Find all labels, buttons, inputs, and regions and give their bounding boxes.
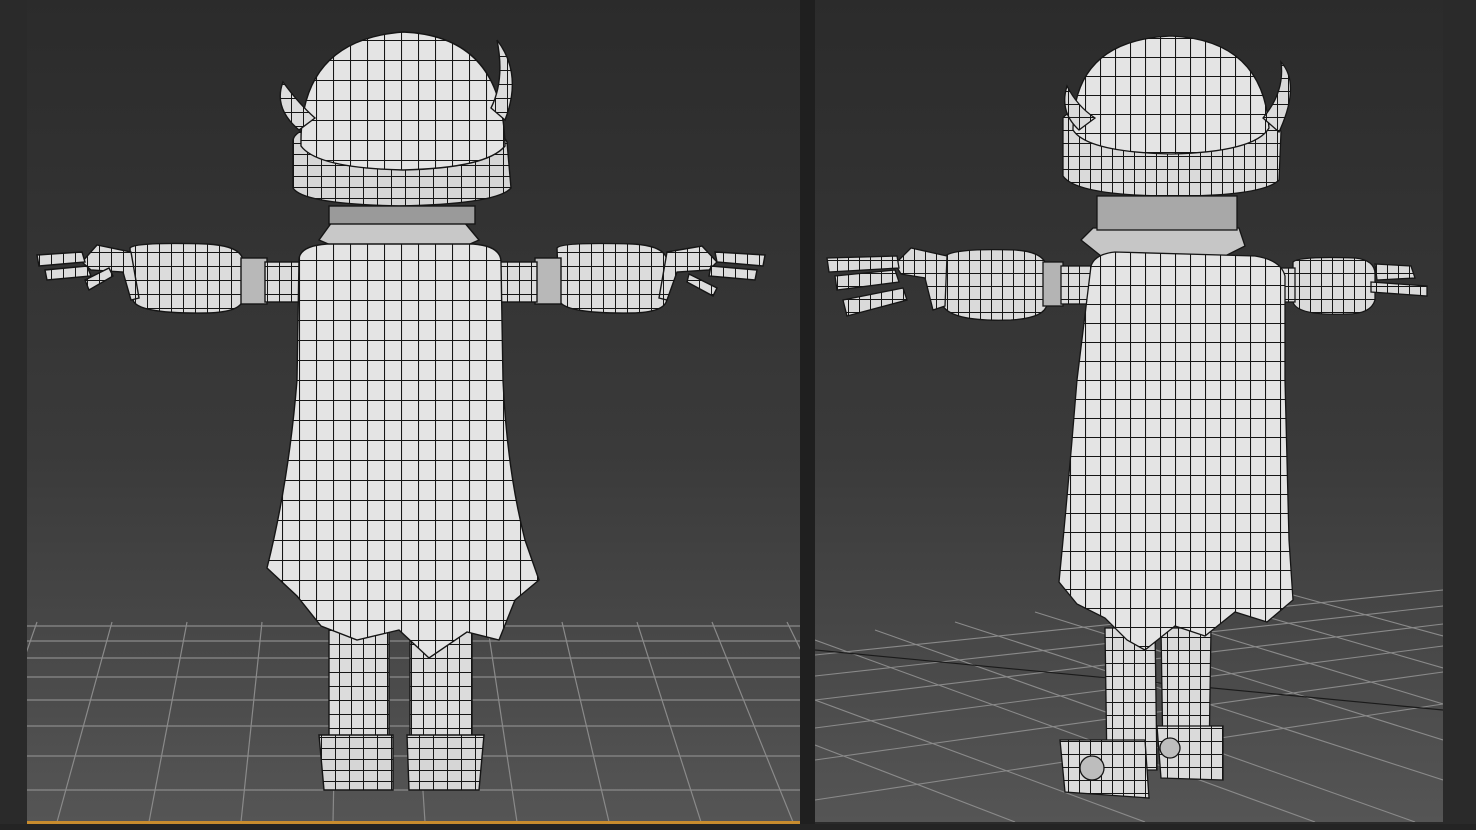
back-view-canvas — [27, 31, 800, 822]
boot-buckle-right — [1159, 737, 1181, 759]
neck — [1096, 195, 1238, 231]
left-frame — [0, 0, 27, 830]
app-window — [0, 0, 1476, 830]
right-frame — [1443, 0, 1476, 830]
bottom-frame — [0, 824, 1476, 830]
collar — [1080, 227, 1246, 257]
cape-icon — [266, 243, 540, 659]
head-icon — [300, 31, 506, 171]
perspective-view-canvas — [815, 35, 1443, 822]
viewport-divider[interactable] — [800, 0, 815, 830]
hand-icon-right — [1370, 263, 1428, 297]
arm-icon — [942, 248, 1048, 321]
character-model-perspective[interactable] — [826, 35, 1428, 799]
boot-buckle — [1079, 755, 1105, 781]
neck — [328, 205, 476, 225]
head-icon — [1072, 35, 1270, 155]
cape-icon — [1058, 251, 1294, 651]
hand-icon — [36, 244, 140, 301]
arm-icon-right — [496, 242, 668, 314]
boot-icon — [318, 734, 485, 791]
character-model[interactable] — [36, 31, 766, 791]
viewport-perspective[interactable] — [815, 0, 1443, 822]
arm-icon-right — [1292, 256, 1376, 315]
hand-icon — [826, 247, 948, 317]
arm-icon — [129, 242, 302, 314]
viewport-back[interactable] — [27, 0, 800, 822]
arm-joint — [1042, 261, 1064, 307]
hand-icon-right — [658, 245, 766, 301]
